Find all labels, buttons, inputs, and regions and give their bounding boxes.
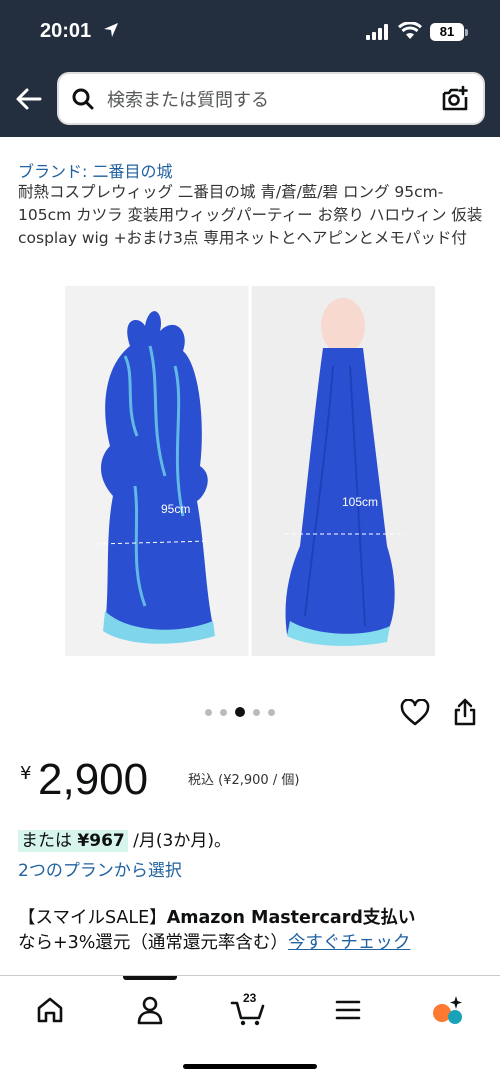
length-label-left: 95cm (161, 502, 190, 516)
installment-highlight: または ¥967 (18, 830, 128, 852)
heart-icon[interactable] (400, 699, 430, 727)
camera-search-icon[interactable] (441, 85, 469, 113)
header: 20:01 81 検索または質問する (0, 0, 500, 137)
promo-bold: Amazon Mastercard支払い (166, 908, 416, 928)
plan-select-link[interactable]: 2つのプランから選択 (18, 856, 182, 881)
carousel-dot[interactable] (253, 708, 260, 716)
installment-suffix: /月(3か月)。 (133, 831, 231, 851)
battery-icon: 81 (430, 23, 464, 41)
wig-photo: 95cm 105cm (65, 286, 435, 656)
product-title: 耐熱コスプレウィッグ 二番目の城 青/蒼/藍/碧 ロング 95cm-105cm … (18, 183, 483, 247)
carousel-dots[interactable] (205, 707, 275, 717)
status-bar: 20:01 81 (0, 0, 500, 62)
home-icon[interactable] (30, 990, 70, 1030)
carousel-dot[interactable] (268, 708, 275, 716)
account-icon[interactable] (130, 990, 170, 1030)
carousel-dot[interactable] (205, 708, 212, 716)
nav-active-indicator (123, 976, 177, 980)
menu-icon[interactable] (328, 990, 368, 1030)
promo-banner: 【スマイルSALE】Amazon Mastercard支払い なら+3%還元（通… (18, 906, 488, 956)
installment-prefix: または (21, 831, 72, 851)
promo-tag: 【スマイルSALE】 (18, 908, 167, 928)
price-amount: 2,900 (38, 755, 149, 804)
cellular-signal-icon (366, 24, 388, 40)
cart-icon[interactable]: 23 (228, 990, 268, 1030)
installment-amount: ¥967 (77, 831, 125, 851)
promo-check-link[interactable]: 今すぐチェック (288, 933, 411, 953)
share-icon[interactable] (452, 697, 478, 727)
search-input[interactable]: 検索または質問する (107, 86, 269, 112)
tax-note: 税込 (¥2,900 / 個) (188, 773, 300, 788)
battery-level: 81 (439, 24, 455, 39)
location-arrow-icon (104, 23, 118, 37)
installment-info: または ¥967 /月(3か月)。 (18, 826, 231, 852)
brand-link[interactable]: ブランド: 二番目の城 (18, 158, 172, 182)
search-box[interactable]: 検索または質問する (57, 72, 485, 125)
cart-count: 23 (243, 991, 257, 1005)
home-indicator (183, 1064, 317, 1069)
currency-symbol: ¥ (20, 763, 32, 784)
status-time: 20:01 (40, 20, 92, 42)
carousel-dot-active[interactable] (235, 707, 245, 717)
length-label-right: 105cm (342, 495, 378, 509)
wifi-icon (398, 22, 422, 39)
battery-cap (465, 29, 468, 36)
search-icon (72, 88, 94, 110)
back-arrow-icon[interactable] (14, 84, 44, 114)
rufus-assistant-icon[interactable] (428, 990, 468, 1030)
product-image[interactable]: 95cm 105cm (65, 286, 435, 656)
carousel-dot[interactable] (220, 708, 227, 716)
promo-rest: なら+3%還元（通常還元率含む） (18, 933, 288, 953)
